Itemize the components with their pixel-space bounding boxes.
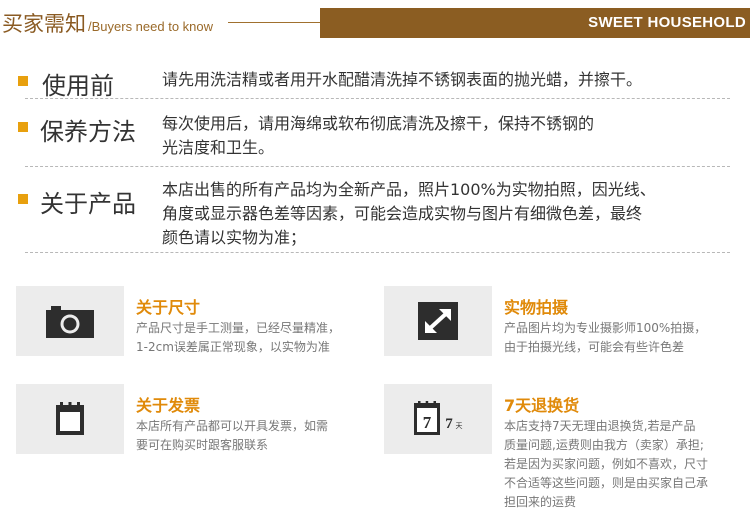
header-bar: 买家需知/Buyers need to know SWEET HOUSEHOLD — [0, 0, 750, 44]
calendar-digit-small: 7 — [445, 416, 453, 432]
card-desc: 本店所有产品都可以开具发票，如需 要可在购买时跟客服联系 — [136, 419, 329, 452]
section-heading: 使用前 — [42, 72, 114, 100]
header-divider — [228, 22, 320, 23]
section-text: 本店出售的所有产品均为全新产品，照片100%为实物拍照，因光线、 角度或显示器色… — [162, 180, 656, 247]
calendar-7-days-icon: 7 7 天 — [384, 384, 492, 454]
title-cn: 买家需知 — [2, 12, 86, 36]
notepad-icon — [16, 384, 124, 454]
calendar-day-char: 天 — [456, 422, 463, 430]
divider — [25, 166, 730, 167]
divider — [25, 252, 730, 253]
bullet-icon — [18, 194, 28, 204]
calendar-digit: 7 — [423, 413, 432, 432]
card-desc: 产品尺寸是手工测量，已经尽量精准， 1-2cm误差属正常现象，以实物为准 — [136, 321, 341, 354]
brand-name: SWEET HOUSEHOLD — [588, 14, 746, 31]
section-heading: 保养方法 — [40, 118, 136, 146]
section-text: 请先用洗洁精或者用开水配醋清洗掉不锈钢表面的抛光蜡，并擦干。 — [162, 70, 643, 89]
card-title: 实物拍摄 — [504, 298, 569, 317]
camera-icon — [16, 286, 124, 356]
section-text: 每次使用后，请用海绵或软布彻底清洗及擦干，保持不锈钢的 光洁度和卫生。 — [162, 114, 595, 157]
brand-band: SWEET HOUSEHOLD — [320, 8, 750, 38]
bullet-icon — [18, 76, 28, 86]
title-en: /Buyers need to know — [88, 19, 214, 34]
card-title: 关于尺寸 — [136, 298, 201, 317]
card-title: 7天退换货 — [504, 396, 580, 415]
divider — [25, 98, 730, 99]
card-title: 关于发票 — [136, 396, 201, 415]
section-heading: 关于产品 — [40, 190, 136, 218]
card-desc: 本店支持7天无理由退换货,若是产品 质量问题,运费则由我方（卖家）承担; 若是因… — [504, 419, 709, 509]
page-title: 买家需知/Buyers need to know — [2, 8, 213, 38]
bullet-icon — [18, 122, 28, 132]
card-desc: 产品图片均为专业摄影师100%拍摄， 由于拍摄光线，可能会有些许色差 — [504, 321, 707, 354]
expand-arrow-icon — [384, 286, 492, 356]
